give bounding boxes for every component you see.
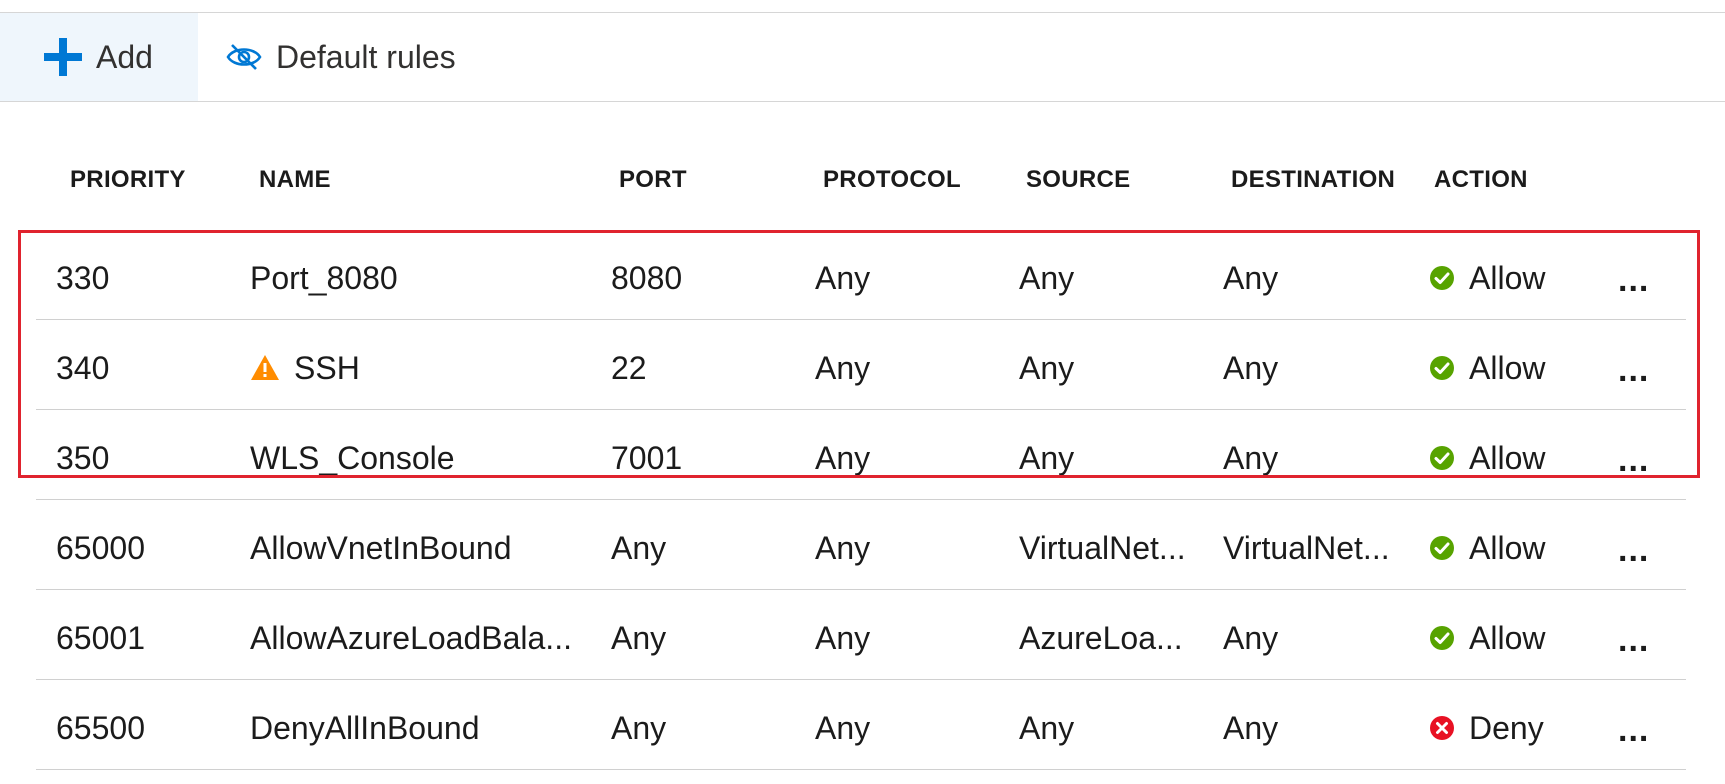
port-cell: Any	[611, 620, 667, 656]
destination-cell: VirtualNet...	[1223, 530, 1390, 566]
source-cell: AzureLoa...	[1019, 620, 1183, 656]
check-circle-icon	[1429, 445, 1455, 471]
action-cell: Allow	[1429, 438, 1545, 478]
table-row[interactable]: 65001 AllowAzureLoadBala... Any Any AzureLoa…	[36, 590, 1686, 680]
action-label: Allow	[1469, 440, 1546, 476]
source-cell: Any	[1019, 260, 1075, 296]
action-cell: Allow	[1429, 258, 1545, 298]
check-circle-icon	[1429, 625, 1455, 651]
column-header-protocol: PROTOCOL	[823, 166, 961, 193]
column-header-priority: PRIORITY	[70, 166, 186, 193]
rule-name: SSH	[294, 350, 360, 386]
protocol-cell: Any	[815, 440, 871, 476]
check-circle-icon	[1429, 535, 1455, 561]
action-label: Allow	[1469, 260, 1546, 296]
priority-cell: 350	[56, 440, 110, 476]
error-circle-icon	[1429, 715, 1455, 741]
rule-name: DenyAllInBound	[250, 710, 480, 746]
table-row[interactable]: 340 SSH 22 Any Any Any Allow...	[36, 320, 1686, 410]
source-cell: Any	[1019, 710, 1075, 746]
action-label: Allow	[1469, 530, 1546, 566]
port-cell: 22	[611, 350, 647, 386]
toolbar: Add Default rules	[0, 13, 1725, 102]
name-cell: SSH	[250, 348, 360, 388]
protocol-cell: Any	[815, 530, 871, 566]
more-options-button[interactable]: ...	[1618, 623, 1649, 657]
priority-cell: 65500	[56, 710, 145, 746]
column-header-destination: DESTINATION	[1231, 166, 1396, 193]
table-row[interactable]: 65500 DenyAllInBound Any Any Any Any Deny...	[36, 680, 1686, 770]
more-options-button[interactable]: ...	[1618, 533, 1649, 567]
table-row[interactable]: 350 WLS_Console 7001 Any Any Any Allow...	[36, 410, 1686, 500]
more-options-button[interactable]: ...	[1618, 353, 1649, 387]
plus-icon	[44, 38, 82, 76]
destination-cell: Any	[1223, 440, 1279, 476]
action-label: Deny	[1469, 710, 1544, 746]
rule-name: Port_8080	[250, 260, 398, 296]
warning-triangle-icon	[250, 354, 280, 381]
port-cell: Any	[611, 530, 667, 566]
action-cell: Deny	[1429, 708, 1544, 748]
source-cell: VirtualNet...	[1019, 530, 1186, 566]
destination-cell: Any	[1223, 620, 1279, 656]
protocol-cell: Any	[815, 710, 871, 746]
name-cell: DenyAllInBound	[250, 708, 479, 748]
name-cell: AllowAzureLoadBala...	[250, 618, 572, 658]
destination-cell: Any	[1223, 350, 1279, 386]
name-cell: WLS_Console	[250, 438, 455, 478]
destination-cell: Any	[1223, 710, 1279, 746]
add-button-label: Add	[96, 38, 153, 75]
add-button[interactable]: Add	[0, 13, 198, 101]
destination-cell: Any	[1223, 260, 1279, 296]
port-cell: 8080	[611, 260, 683, 296]
protocol-cell: Any	[815, 620, 871, 656]
rule-name: AllowAzureLoadBala...	[250, 620, 572, 656]
action-label: Allow	[1469, 620, 1546, 656]
rule-name: WLS_Console	[250, 440, 455, 476]
check-circle-icon	[1429, 265, 1455, 291]
more-options-button[interactable]: ...	[1618, 263, 1649, 297]
column-header-port: PORT	[619, 166, 687, 193]
name-cell: Port_8080	[250, 258, 398, 298]
priority-cell: 340	[56, 350, 110, 386]
table-row[interactable]: 330 Port_8080 8080 Any Any Any Allow...	[36, 230, 1686, 320]
action-cell: Allow	[1429, 528, 1545, 568]
action-label: Allow	[1469, 350, 1546, 386]
source-cell: Any	[1019, 350, 1075, 386]
source-cell: Any	[1019, 440, 1075, 476]
default-rules-button[interactable]: Default rules	[198, 13, 482, 101]
priority-cell: 65000	[56, 530, 145, 566]
priority-cell: 65001	[56, 620, 145, 656]
default-rules-label: Default rules	[276, 38, 456, 75]
rule-name: AllowVnetInBound	[250, 530, 512, 566]
action-cell: Allow	[1429, 348, 1545, 388]
more-options-button[interactable]: ...	[1618, 713, 1649, 747]
column-header-name: NAME	[259, 166, 331, 193]
action-cell: Allow	[1429, 618, 1545, 658]
column-header-action: ACTION	[1434, 166, 1528, 193]
port-cell: 7001	[611, 440, 683, 476]
column-header-source: SOURCE	[1026, 166, 1131, 193]
eye-hidden-icon	[226, 43, 262, 71]
priority-cell: 330	[56, 260, 110, 296]
check-circle-icon	[1429, 355, 1455, 381]
name-cell: AllowVnetInBound	[250, 528, 512, 568]
protocol-cell: Any	[815, 350, 871, 386]
more-options-button[interactable]: ...	[1618, 443, 1649, 477]
protocol-cell: Any	[815, 260, 871, 296]
port-cell: Any	[611, 710, 667, 746]
table-row[interactable]: 65000 AllowVnetInBound Any Any VirtualNet...…	[36, 500, 1686, 590]
